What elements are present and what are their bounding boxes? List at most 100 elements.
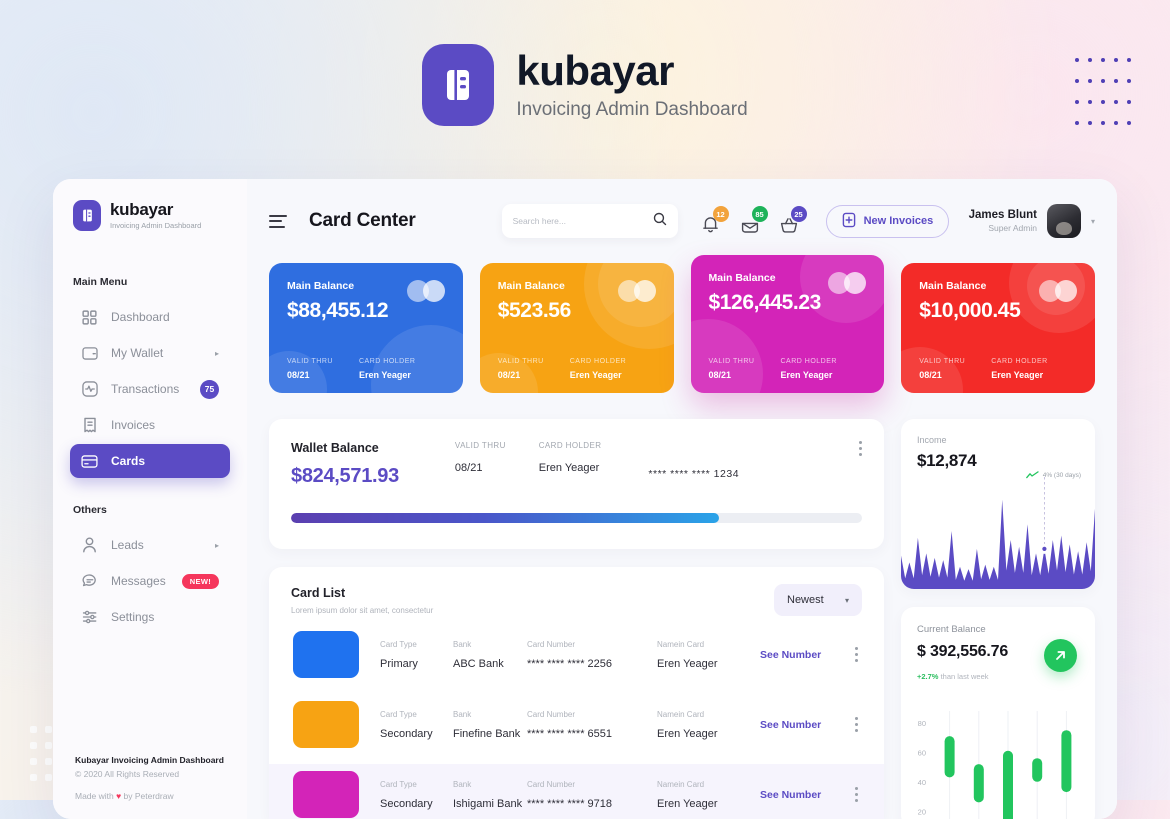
see-number-link[interactable]: See Number (760, 789, 821, 801)
sidebar-item-invoices[interactable]: Invoices (70, 408, 230, 442)
wallet-progress-bar (291, 513, 862, 523)
balance-card[interactable]: Main Balance $10,000.45 VALID THRU 08/21 … (901, 263, 1095, 393)
current-balance-panel: Current Balance $ 392,556.76 +2.7% than … (901, 607, 1095, 819)
sidebar-brand[interactable]: kubayar Invoicing Admin Dashboard (53, 200, 247, 231)
col-card-type-label: Card Type (380, 709, 417, 719)
valid-thru-label: VALID THRU (497, 358, 544, 365)
sidebar-item-label: Settings (111, 610, 155, 624)
cell-card-type: Secondary (380, 797, 433, 810)
sidebar-item-cards[interactable]: Cards (70, 444, 230, 478)
avatar[interactable] (1046, 204, 1081, 238)
sidebar-section-main-menu: Main Menu (73, 276, 128, 288)
balance-cards-row: Main Balance $88,455.12 VALID THRU 08/21 … (269, 255, 1095, 401)
sidebar-brand-name: kubayar (110, 200, 174, 219)
settings-icon (81, 609, 98, 626)
balance-card-active[interactable]: Main Balance $126,445.23 VALID THRU 08/21… (690, 255, 885, 393)
wallet-card-holder-value: Eren Yeager (538, 462, 600, 474)
chevron-right-icon: ▸ (214, 540, 219, 550)
svg-text:20: 20 (918, 808, 926, 817)
wallet-card-holder-label: CARD HOLDER (538, 441, 602, 450)
balance-card-title: Main Balance (287, 280, 355, 292)
kubayar-logo-icon-small (73, 200, 101, 231)
sidebar-footer: Kubayar Invoicing Admin Dashboard © 2020… (75, 755, 224, 801)
content-grid: Wallet Balance $824,571.93 VALID THRU 08… (269, 419, 1095, 819)
balance-card-amount: $523.56 (497, 299, 572, 322)
basket-badge: 25 (790, 206, 807, 222)
see-number-link[interactable]: See Number (760, 649, 821, 661)
wallet-card-number: **** **** **** 1234 (648, 468, 740, 480)
valid-thru-value: 08/21 (287, 370, 310, 380)
brand-header: kubayar Invoicing Admin Dashboard (0, 44, 1170, 126)
chevron-down-icon[interactable]: ▾ (1091, 217, 1095, 226)
sidebar-item-label: Invoices (111, 418, 156, 432)
sidebar-item-leads[interactable]: Leads ▸ (70, 528, 230, 562)
search-input[interactable] (512, 216, 653, 226)
table-row[interactable]: Card Type Secondary Bank Finefine Bank Car… (291, 694, 862, 755)
messages-new-badge: NEW! (181, 573, 219, 589)
basket-button[interactable]: 25 (778, 206, 807, 234)
row-options-icon[interactable] (855, 647, 860, 662)
topbar: Card Center 12 (269, 199, 1095, 243)
balance-card-title: Main Balance (708, 272, 776, 284)
card-list-sort-dropdown[interactable]: Newest ▾ (774, 584, 862, 616)
valid-thru-label: VALID THRU (919, 358, 966, 365)
sidebar-item-transactions[interactable]: Transactions 75 (70, 372, 230, 406)
chevron-right-icon: ▸ (214, 348, 219, 358)
row-options-icon[interactable] (855, 717, 860, 732)
col-bank-label: Bank (453, 639, 472, 649)
card-color-swatch (293, 701, 359, 748)
balance-card[interactable]: Main Balance $88,455.12 VALID THRU 08/21 … (269, 263, 463, 393)
col-bank-label: Bank (453, 779, 472, 789)
sidebar: kubayar Invoicing Admin Dashboard Main M… (53, 179, 247, 819)
table-row[interactable]: Card Type Primary Bank ABC Bank Card Numbe… (291, 624, 862, 685)
user-menu[interactable]: James Blunt Super Admin ▾ (969, 204, 1095, 238)
balance-card-title: Main Balance (497, 280, 565, 292)
new-invoices-button[interactable]: New Invoices (825, 204, 950, 238)
search-box[interactable] (501, 204, 678, 238)
sidebar-item-my-wallet[interactable]: My Wallet ▸ (70, 336, 230, 370)
hamburger-menu-icon[interactable] (269, 214, 287, 228)
income-panel: Income $12,874 4% (30 days) (901, 419, 1095, 589)
see-number-link[interactable]: See Number (760, 719, 821, 731)
balance-card-amount: $126,445.23 (708, 291, 822, 314)
sidebar-brand-tagline: Invoicing Admin Dashboard (110, 221, 202, 230)
card-holder-label: CARD HOLDER (780, 358, 837, 365)
app-window: kubayar Invoicing Admin Dashboard Main M… (53, 179, 1117, 819)
card-color-swatch (293, 771, 359, 818)
activity-icon (81, 381, 98, 398)
current-balance-label: Current Balance (917, 624, 986, 635)
valid-thru-label: VALID THRU (708, 358, 755, 365)
sidebar-item-dashboard[interactable]: Dashboard (70, 300, 230, 334)
income-sparkline-chart (901, 477, 1095, 589)
balance-card-title: Main Balance (919, 280, 987, 292)
sidebar-item-label: Cards (111, 454, 146, 468)
notifications-badge: 12 (712, 206, 729, 222)
brand-tagline: Invoicing Admin Dashboard (516, 99, 748, 121)
new-invoices-label: New Invoices (863, 215, 934, 227)
cell-card-number: **** **** **** 2256 (527, 657, 613, 670)
valid-thru-label: VALID THRU (287, 358, 333, 365)
wallet-icon (81, 345, 98, 362)
notifications-button[interactable]: 12 (700, 206, 729, 234)
arrow-up-right-icon[interactable] (1044, 639, 1077, 672)
balance-card-amount: $88,455.12 (287, 299, 389, 322)
balance-card[interactable]: Main Balance $523.56 VALID THRU 08/21 CAR… (479, 263, 674, 393)
sidebar-item-label: Dashboard (111, 310, 170, 324)
wallet-balance-amount: $824,571.93 (291, 465, 399, 487)
wallet-progress-fill (291, 513, 720, 523)
sort-value: Newest (787, 594, 824, 606)
svg-text:80: 80 (918, 719, 926, 728)
chevron-down-icon: ▾ (844, 595, 849, 605)
table-row[interactable]: Card Type Secondary Bank Ishigami Bank Car… (269, 764, 884, 819)
balance-card-amount: $10,000.45 (919, 299, 1021, 322)
card-holder-value: Eren Yeager (780, 370, 833, 380)
messages-button[interactable]: 85 (739, 206, 768, 234)
cell-holder: Eren Yeager (657, 797, 718, 810)
wallet-options-icon[interactable] (859, 441, 862, 456)
card-holder-value: Eren Yeager (991, 370, 1044, 380)
sidebar-item-settings[interactable]: Settings (70, 600, 230, 634)
cell-card-type: Primary (380, 657, 418, 670)
col-holder-label: Namein Card (657, 779, 705, 789)
sidebar-item-messages[interactable]: Messages NEW! (70, 564, 230, 598)
search-icon[interactable] (653, 212, 667, 231)
